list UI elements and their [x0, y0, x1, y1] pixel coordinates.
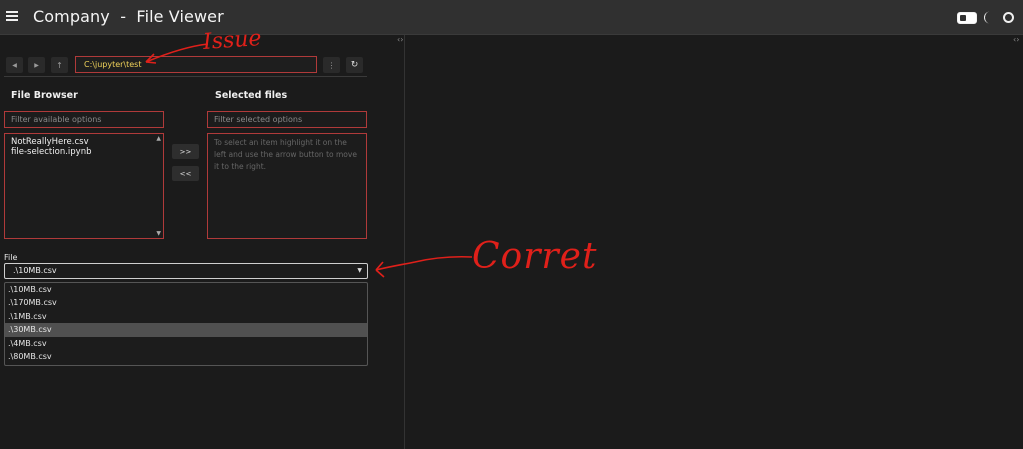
move-right-button[interactable]: >>: [172, 144, 199, 159]
more-options-button[interactable]: ⋮: [323, 57, 340, 73]
dropdown-option[interactable]: .\10MB.csv: [5, 283, 367, 296]
toolbar-divider: [4, 76, 367, 77]
file-select-value: .\10MB.csv: [13, 266, 57, 275]
circle-icon[interactable]: [1003, 12, 1014, 23]
chevron-left-icon[interactable]: ‹›: [397, 35, 403, 44]
file-select[interactable]: .\10MB.csv ▼: [4, 263, 368, 279]
dropdown-option-highlighted[interactable]: .\30MB.csv: [5, 323, 367, 337]
back-button[interactable]: ◀: [6, 57, 23, 73]
toggle-knob: [960, 15, 966, 21]
dropdown-option[interactable]: .\80MB.csv: [5, 350, 367, 363]
dropdown-option[interactable]: .\1MB.csv: [5, 310, 367, 323]
correct-annotation: Corret: [472, 236, 598, 277]
up-button[interactable]: ↑: [51, 57, 68, 73]
chevron-right-icon[interactable]: ‹›: [1013, 35, 1019, 44]
move-left-button[interactable]: <<: [172, 166, 199, 181]
list-item[interactable]: NotReallyHere.csv: [5, 137, 163, 147]
file-browser-title: File Browser: [11, 90, 78, 101]
moon-icon[interactable]: [983, 11, 995, 24]
app-title: Company - File Viewer: [33, 7, 224, 26]
theme-toggle[interactable]: [957, 12, 977, 24]
dropdown-option[interactable]: .\170MB.csv: [5, 296, 367, 309]
hamburger-menu-icon[interactable]: [6, 11, 18, 21]
selected-files-list[interactable]: To select an item highlight it on the le…: [207, 133, 367, 239]
issue-arrow-icon: [145, 43, 209, 64]
selected-files-title: Selected files: [215, 90, 288, 101]
file-browser-list[interactable]: NotReallyHere.csv file-selection.ipynb ▲…: [4, 133, 164, 239]
selected-help-text: To select an item highlight it on the le…: [214, 138, 357, 171]
scroll-up-icon[interactable]: ▲: [156, 135, 161, 142]
forward-button[interactable]: ▶: [28, 57, 45, 73]
selected-filter-input[interactable]: Filter selected options: [207, 111, 367, 128]
file-select-label: File: [4, 253, 18, 262]
caret-down-icon: ▼: [357, 267, 362, 274]
correct-arrow-icon: [375, 255, 473, 278]
scroll-down-icon[interactable]: ▼: [156, 230, 161, 237]
dropdown-option[interactable]: .\4MB.csv: [5, 337, 367, 350]
file-dropdown[interactable]: .\10MB.csv .\170MB.csv .\1MB.csv .\30MB.…: [4, 282, 368, 366]
list-item[interactable]: file-selection.ipynb: [5, 147, 163, 157]
issue-annotation: Issue: [202, 25, 263, 56]
available-filter-input[interactable]: Filter available options: [4, 111, 164, 128]
refresh-button[interactable]: ↻: [346, 57, 363, 73]
top-bar: Company - File Viewer: [0, 0, 1023, 35]
